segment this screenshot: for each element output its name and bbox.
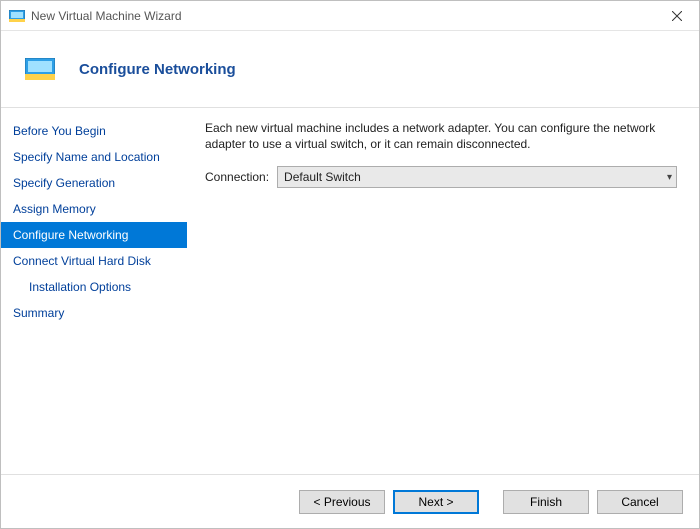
close-icon: [672, 11, 682, 21]
wizard-body: Before You Begin Specify Name and Locati…: [1, 108, 699, 474]
description-text: Each new virtual machine includes a netw…: [205, 120, 681, 152]
chevron-down-icon: ▾: [667, 172, 672, 183]
wizard-header: Configure Networking: [1, 31, 699, 107]
titlebar: New Virtual Machine Wizard: [1, 1, 699, 31]
page-title: Configure Networking: [79, 61, 236, 78]
window-title: New Virtual Machine Wizard: [31, 9, 654, 23]
wizard-content: Each new virtual machine includes a netw…: [187, 108, 699, 474]
finish-button[interactable]: Finish: [503, 490, 589, 514]
step-configure-networking[interactable]: Configure Networking: [1, 222, 187, 248]
step-before-you-begin[interactable]: Before You Begin: [1, 118, 187, 144]
cancel-button[interactable]: Cancel: [597, 490, 683, 514]
step-assign-memory[interactable]: Assign Memory: [1, 196, 187, 222]
step-summary[interactable]: Summary: [1, 300, 187, 326]
connection-label: Connection:: [205, 170, 269, 184]
step-connect-vhd[interactable]: Connect Virtual Hard Disk: [1, 248, 187, 274]
vm-wizard-large-icon: [25, 58, 55, 80]
vm-wizard-icon: [9, 8, 25, 24]
steps-sidebar: Before You Begin Specify Name and Locati…: [1, 108, 187, 474]
step-installation-options[interactable]: Installation Options: [1, 274, 187, 300]
connection-select[interactable]: Default Switch ▾: [277, 166, 677, 188]
connection-value: Default Switch: [284, 170, 361, 184]
connection-row: Connection: Default Switch ▾: [205, 166, 681, 188]
wizard-window: New Virtual Machine Wizard Configure Net…: [0, 0, 700, 529]
step-specify-name-location[interactable]: Specify Name and Location: [1, 144, 187, 170]
next-button[interactable]: Next >: [393, 490, 479, 514]
wizard-footer: < Previous Next > Finish Cancel: [1, 474, 699, 528]
close-button[interactable]: [654, 1, 699, 31]
step-specify-generation[interactable]: Specify Generation: [1, 170, 187, 196]
previous-button[interactable]: < Previous: [299, 490, 385, 514]
